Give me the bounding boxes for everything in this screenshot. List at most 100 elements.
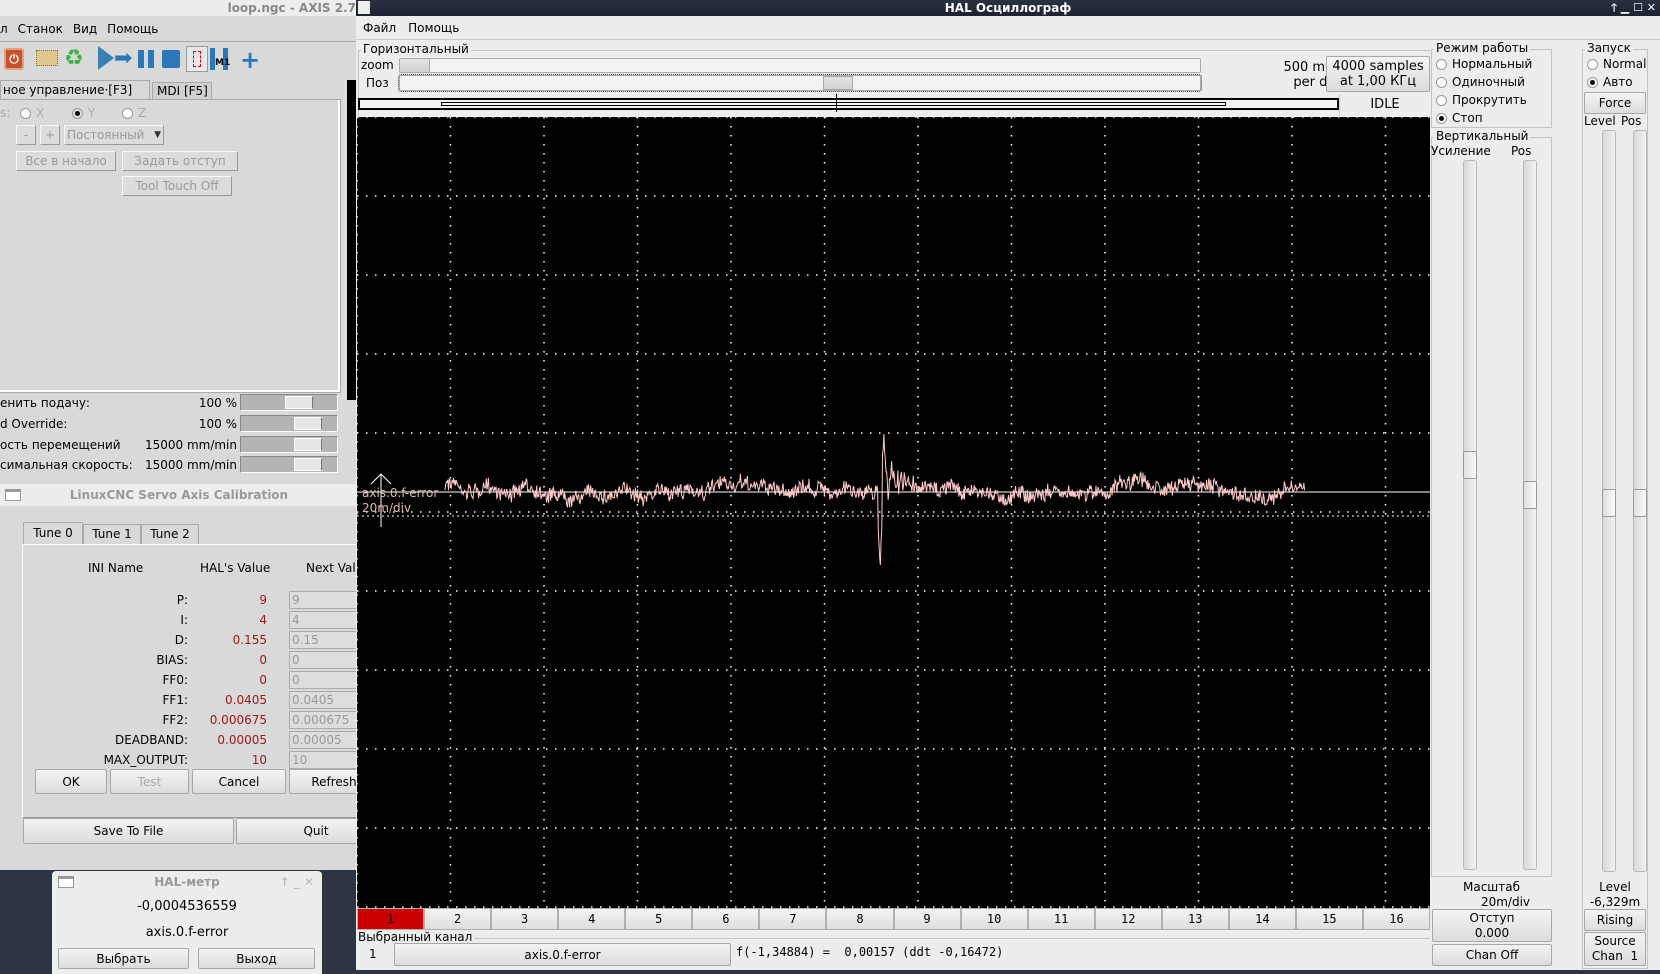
trigger-source-button[interactable]: Source Chan 1 (1584, 932, 1646, 966)
menu-file[interactable]: л (0, 22, 8, 36)
axis-tab-mdi[interactable]: MDI [F5] (152, 82, 212, 100)
save-to-file-button[interactable]: Save To File (23, 818, 234, 844)
run-mode-radio[interactable]: Одиночный (1436, 75, 1525, 89)
block-delete-icon[interactable] (186, 46, 208, 72)
meter-select-button[interactable]: Выбрать (58, 948, 189, 969)
override-slider-thumb[interactable] (284, 396, 313, 409)
override-slider[interactable] (240, 394, 338, 411)
jog-mode-select[interactable]: Постоянный ▼ (64, 125, 164, 145)
pos-slider-thumb[interactable] (823, 76, 853, 90)
calib-tab-2[interactable]: Tune 2 (141, 524, 199, 544)
override-label: енить подачу: (0, 396, 90, 410)
channel-button-5[interactable]: 5 (625, 908, 693, 930)
menu-view[interactable]: Вид (73, 22, 97, 36)
cancel-button[interactable]: Cancel (192, 769, 286, 794)
menu-file[interactable]: Файл (363, 21, 396, 35)
trigger-level-thumb[interactable] (1602, 489, 1616, 517)
override-slider[interactable] (240, 415, 338, 432)
manual-panel: s: X Y Z - + Постоянный ▼ Все в начало За… (0, 99, 341, 393)
home-all-button[interactable]: Все в начало (16, 151, 116, 171)
meter-value: -0,0004536559 (137, 899, 237, 914)
channel-button-13[interactable]: 13 (1161, 908, 1229, 930)
meter-exit-button[interactable]: Выход (198, 948, 315, 969)
channel-button-6[interactable]: 6 (692, 908, 760, 930)
channel-button-2[interactable]: 2 (424, 908, 492, 930)
channel-button-15[interactable]: 15 (1295, 908, 1363, 930)
override-slider[interactable] (240, 436, 338, 453)
ok-button[interactable]: OK (35, 769, 107, 794)
window-controls-icon[interactable]: 🡑 ▁ ☐ ✕ (1611, 0, 1656, 16)
override-value: 100 % (198, 396, 237, 410)
menu-help[interactable]: Помощь (408, 21, 459, 35)
channel-button-12[interactable]: 12 (1094, 908, 1162, 930)
zoom-slider-thumb[interactable] (400, 59, 430, 72)
gain-slider-thumb[interactable] (1463, 451, 1477, 479)
force-button[interactable]: Force (1584, 92, 1646, 114)
run-mode-radio[interactable]: Прокрутить (1436, 93, 1527, 107)
trigger-level-slider[interactable] (1602, 130, 1616, 872)
override-slider[interactable] (240, 456, 338, 473)
channel-button-3[interactable]: 3 (491, 908, 559, 930)
override-slider-thumb[interactable] (294, 458, 323, 471)
axis-radio-x[interactable]: X (20, 106, 44, 120)
vpos-slider[interactable] (1523, 160, 1537, 870)
trigger-mode-radio[interactable]: Авто (1587, 75, 1633, 89)
trigger-pos-col-label: Pos (1621, 114, 1642, 128)
channel-button-11[interactable]: 11 (1027, 908, 1095, 930)
test-button[interactable]: Test (110, 769, 189, 794)
run-icon[interactable] (98, 46, 114, 70)
record-window-bar (358, 94, 1339, 112)
channel-button-1[interactable]: 1 (357, 908, 425, 930)
calib-tab-0[interactable]: Tune 0 (23, 522, 83, 544)
channel-button-16[interactable]: 16 (1362, 908, 1430, 930)
calib-tab-1[interactable]: Tune 1 (83, 524, 141, 544)
channel-button-4[interactable]: 4 (558, 908, 626, 930)
menu-machine[interactable]: Станок (18, 22, 63, 36)
stop-icon[interactable] (162, 50, 180, 68)
param-hal-value: 0 (259, 653, 267, 667)
trigger-pos-slider[interactable] (1633, 130, 1647, 872)
override-slider-thumb[interactable] (294, 417, 323, 430)
axis-titlebar: loop.ngc - AXIS 2.7 (0, 0, 358, 16)
axis-tab-manual[interactable]: ное управление·[F3] (0, 80, 150, 100)
run-mode-radio[interactable]: Стоп (1436, 111, 1483, 125)
channel-button-8[interactable]: 8 (826, 908, 894, 930)
channel-button-14[interactable]: 14 (1228, 908, 1296, 930)
channel-button-10[interactable]: 10 (960, 908, 1028, 930)
gain-slider[interactable] (1463, 160, 1477, 870)
jog-plus-button[interactable]: + (40, 125, 60, 145)
offset-button[interactable]: Отступ 0.000 (1432, 909, 1552, 942)
param-name: FF2: (162, 713, 188, 727)
override-slider-thumb[interactable] (294, 438, 323, 451)
pause-icon[interactable] (138, 50, 154, 68)
optional-stop-icon[interactable]: M1 (210, 48, 230, 70)
scope-status: IDLE (1339, 94, 1430, 116)
open-file-icon[interactable] (36, 50, 58, 66)
tool-touch-off-button[interactable]: Tool Touch Off (122, 176, 232, 196)
axis-radio-z[interactable]: Z (122, 106, 146, 120)
scope-display[interactable]: axis.0.f-error20m/div (357, 117, 1430, 908)
zoom-slider[interactable] (399, 58, 1201, 73)
chan-off-button[interactable]: Chan Off (1432, 944, 1552, 966)
touch-off-button[interactable]: Задать отступ (122, 151, 238, 171)
param-hal-value: 4 (259, 613, 267, 627)
channel-button-7[interactable]: 7 (759, 908, 827, 930)
run-mode-radio[interactable]: Нормальный (1436, 57, 1532, 71)
power-icon[interactable]: ⏻ (4, 48, 24, 70)
zoom-in-icon[interactable]: + (240, 46, 260, 74)
trigger-mode-radio[interactable]: Normal (1587, 57, 1646, 71)
samples-button[interactable]: 4000 samples at 1,00 КГц (1326, 56, 1430, 92)
param-hal-value: 9 (259, 593, 267, 607)
axis-radio-y[interactable]: Y (72, 106, 95, 120)
selected-channel-name-button[interactable]: axis.0.f-error (394, 943, 731, 966)
jog-minus-button[interactable]: - (16, 125, 36, 145)
vpos-slider-thumb[interactable] (1523, 481, 1537, 509)
channel-button-9[interactable]: 9 (893, 908, 961, 930)
menu-help[interactable]: Помощь (107, 22, 158, 36)
step-icon[interactable]: ➡ (114, 48, 132, 70)
reload-icon[interactable]: ♻ (64, 46, 84, 71)
trigger-edge-button[interactable]: Rising (1584, 909, 1646, 931)
trigger-pos-thumb[interactable] (1633, 489, 1647, 517)
window-controls-icon[interactable]: ↑ _ ✕ (280, 871, 314, 893)
pos-slider[interactable] (398, 74, 1202, 92)
